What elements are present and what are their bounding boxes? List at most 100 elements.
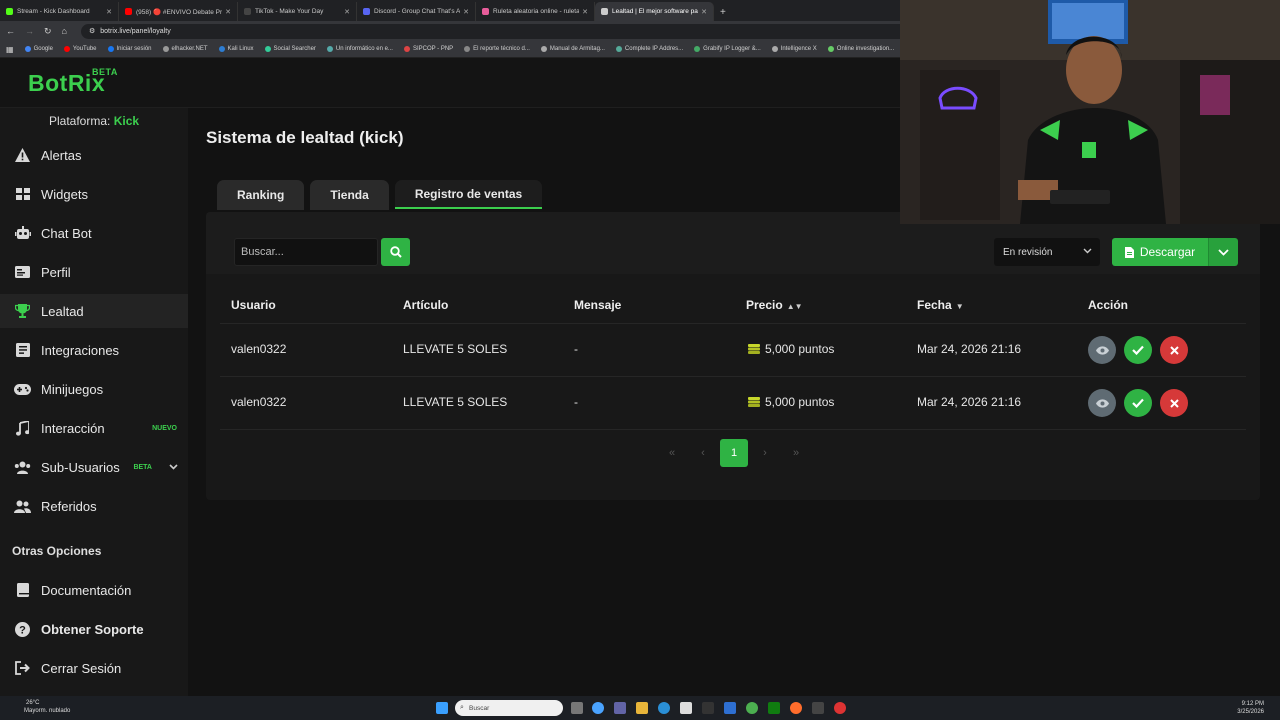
bookmark-item[interactable]: YouTube (63, 46, 97, 52)
next-page-icon[interactable]: › (751, 439, 779, 467)
back-icon[interactable]: ← (6, 26, 15, 36)
firefox-icon[interactable] (790, 702, 802, 714)
sidebar-item-interaccion[interactable]: Interacción NUEVO (0, 411, 188, 445)
bookmark-item[interactable]: Intelligence X (771, 46, 817, 52)
close-icon[interactable]: ✕ (701, 8, 707, 16)
bookmark-favicon-icon (218, 46, 225, 52)
sidebar-item-widgets[interactable]: Widgets (0, 177, 188, 211)
botrix-logo[interactable]: BotRix BETA (28, 67, 117, 97)
taskbar-search[interactable]: ⌕ Buscar (455, 700, 563, 716)
sidebar-item-alertas[interactable]: Alertas (0, 138, 188, 172)
app-icon[interactable] (812, 702, 824, 714)
close-icon[interactable]: ✕ (463, 8, 469, 16)
bookmark-item[interactable]: Manual de Armitag... (540, 46, 605, 52)
bookmark-favicon-icon (264, 46, 271, 52)
status-select[interactable]: En revisión (994, 238, 1100, 266)
sidebar-item-soporte[interactable]: ? Obtener Soporte (0, 612, 188, 646)
bookmark-item[interactable]: Google (24, 46, 53, 52)
clock[interactable]: 9:12 PM 3/25/2026 (1237, 700, 1264, 716)
id-card-icon (14, 264, 31, 281)
copilot-icon[interactable] (592, 702, 604, 714)
page-button-current[interactable]: 1 (720, 439, 748, 467)
page-title: Sistema de lealtad (kick) (206, 128, 404, 147)
browser-tab[interactable]: Discord - Group Chat That's All ✕ (357, 2, 476, 21)
browser-tab[interactable]: Ruleta aleatoria online - ruleta ✕ (476, 2, 595, 21)
new-tab-icon[interactable]: + (714, 7, 732, 21)
home-icon[interactable]: ⌂ (62, 26, 67, 36)
last-page-icon[interactable]: » (782, 439, 810, 467)
sidebar-item-documentacion[interactable]: Documentación (0, 573, 188, 607)
bookmark-item[interactable]: Kali Linux (218, 46, 254, 52)
task-view-icon[interactable] (571, 702, 583, 714)
reject-button[interactable] (1160, 336, 1188, 364)
forward-icon[interactable]: → (25, 26, 34, 36)
windows-start-icon[interactable] (436, 702, 448, 714)
apps-icon[interactable]: ▦ (6, 45, 14, 54)
col-articulo: Artículo (403, 298, 449, 312)
first-page-icon[interactable]: « (658, 439, 686, 467)
reject-button[interactable] (1160, 389, 1188, 417)
browser-tab[interactable]: (958) 🔴 #ENVIVO Debate Pre ✕ (119, 2, 238, 21)
close-icon[interactable]: ✕ (582, 8, 588, 16)
url-field[interactable]: ⚙ botrix.live/panel/loyalty (80, 23, 941, 39)
col-mensaje: Mensaje (574, 298, 622, 312)
bookmark-item[interactable]: elhacker.NET (162, 46, 208, 52)
weather-widget[interactable]: 26°C Mayorm. nublado (10, 699, 70, 715)
col-precio[interactable]: Precio ▲▼ (746, 298, 803, 312)
check-icon (1132, 345, 1144, 355)
vscode-icon[interactable] (724, 702, 736, 714)
close-icon (1169, 398, 1179, 408)
close-icon[interactable]: ✕ (225, 8, 231, 16)
browser-tab[interactable]: TikTok - Make Your Day ✕ (238, 2, 357, 21)
bookmark-item[interactable]: SIPCOP - PNP (403, 46, 453, 52)
bookmark-item[interactable]: Grabify IP Logger &... (694, 46, 761, 52)
sidebar-item-perfil[interactable]: Perfil (0, 255, 188, 289)
approve-button[interactable] (1124, 389, 1152, 417)
sidebar-item-minijuegos[interactable]: Minijuegos (0, 372, 188, 406)
app-icon[interactable] (702, 702, 714, 714)
tab-registro-de-ventas[interactable]: Registro de ventas (394, 180, 543, 209)
taskbar: 26°C Mayorm. nublado ⌕ Buscar 9:12 PM 3/2… (0, 696, 1280, 720)
col-fecha[interactable]: Fecha ▼ (917, 298, 964, 312)
reload-icon[interactable]: ↻ (44, 26, 52, 37)
sidebar-item-sub-usuarios[interactable]: Sub-Usuarios BETA (0, 450, 188, 484)
bookmark-favicon-icon (107, 46, 114, 52)
teams-icon[interactable] (614, 702, 626, 714)
xbox-icon[interactable] (768, 702, 780, 714)
table-row: valen0322 LLEVATE 5 SOLES - 5,000 puntos… (220, 323, 1246, 376)
bookmark-item[interactable]: Online investigation... (827, 46, 894, 52)
sidebar-item-referidos[interactable]: Referidos (0, 489, 188, 523)
puzzle-icon (14, 342, 31, 359)
bookmark-item[interactable]: El reporte técnico d... (464, 46, 530, 52)
site-info-icon[interactable]: ⚙ (89, 27, 95, 35)
chrome-icon[interactable] (746, 702, 758, 714)
view-button[interactable] (1088, 336, 1116, 364)
sidebar-item-chat-bot[interactable]: Chat Bot (0, 216, 188, 250)
tab-tienda[interactable]: Tienda (310, 180, 389, 210)
bookmark-item[interactable]: Un informático en e... (326, 46, 393, 52)
sidebar: Plataforma: Kick Alertas Widgets Chat Bo… (0, 108, 188, 696)
sidebar-item-cerrar-sesion[interactable]: Cerrar Sesión (0, 651, 188, 685)
sidebar-item-integraciones[interactable]: Integraciones (0, 333, 188, 367)
store-icon[interactable] (680, 702, 692, 714)
close-icon[interactable]: ✕ (106, 8, 112, 16)
recorder-icon[interactable] (834, 702, 846, 714)
folder-icon[interactable] (636, 702, 648, 714)
edge-icon[interactable] (658, 702, 670, 714)
close-icon[interactable]: ✕ (344, 8, 350, 16)
download-button[interactable]: Descargar (1112, 238, 1208, 266)
bookmark-item[interactable]: Iniciar sesión (107, 46, 152, 52)
search-input[interactable] (234, 238, 378, 266)
prev-page-icon[interactable]: ‹ (689, 439, 717, 467)
approve-button[interactable] (1124, 336, 1152, 364)
tab-ranking[interactable]: Ranking (217, 180, 305, 210)
browser-tab[interactable]: Stream - Kick Dashboard ✕ (0, 2, 119, 21)
sidebar-item-lealtad[interactable]: Lealtad (0, 294, 188, 328)
browser-tab-active[interactable]: Lealtad | El mejor software para ✕ (595, 2, 714, 21)
download-options-button[interactable] (1208, 238, 1238, 266)
bookmark-item[interactable]: Complete IP Addres... (615, 46, 683, 52)
bookmark-item[interactable]: Social Searcher (264, 46, 316, 52)
search-button[interactable] (381, 238, 410, 266)
view-button[interactable] (1088, 389, 1116, 417)
chevron-down-icon[interactable] (169, 462, 178, 473)
